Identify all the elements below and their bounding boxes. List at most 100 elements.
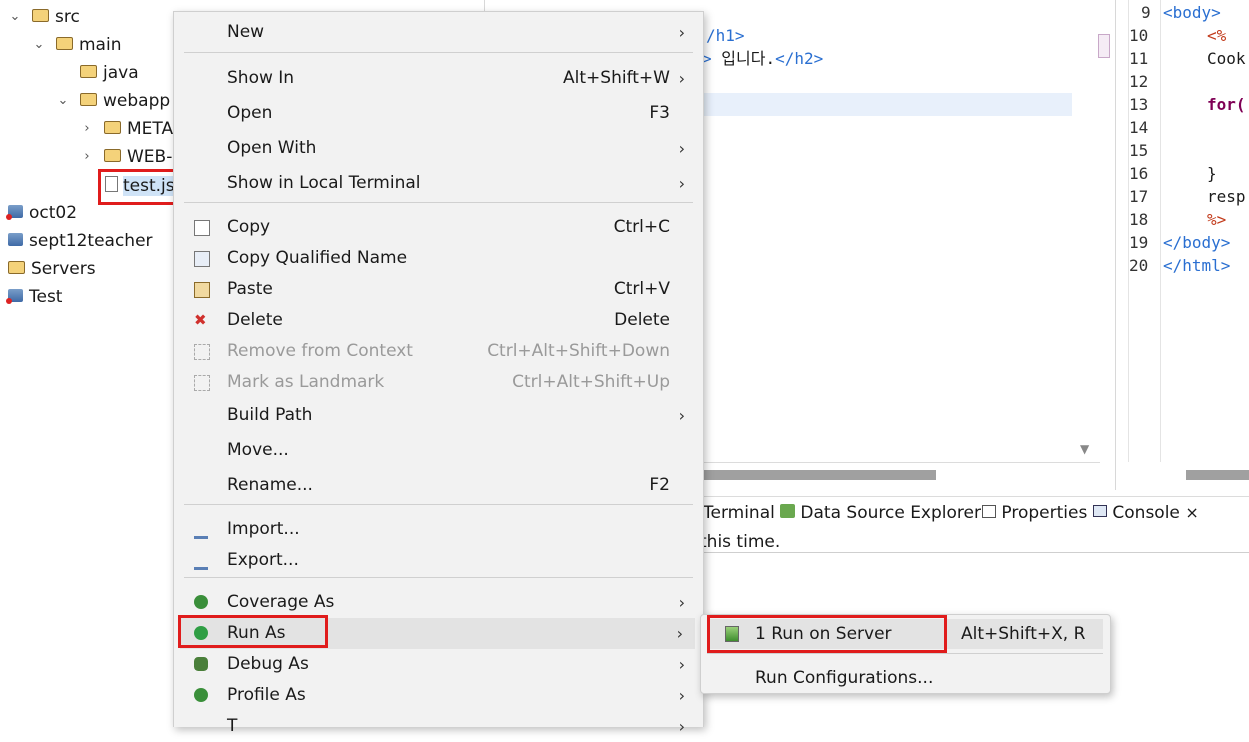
menu-item-import[interactable]: Import... bbox=[174, 514, 703, 545]
chevron-right-icon: › bbox=[678, 686, 685, 705]
line-number: 11 bbox=[1129, 49, 1149, 68]
menu-item-shortcut: Ctrl+Alt+Shift+Down bbox=[487, 341, 670, 361]
folder-icon bbox=[104, 148, 121, 162]
line-number: 20 bbox=[1129, 256, 1149, 275]
properties-icon bbox=[982, 504, 996, 518]
chevron-right-icon: › bbox=[678, 655, 685, 674]
menu-item-open-with[interactable]: Open With › bbox=[174, 133, 703, 164]
code-line: /h1> bbox=[706, 26, 745, 45]
tree-item-test[interactable]: Test bbox=[6, 284, 62, 310]
menu-item-paste[interactable]: Paste Ctrl+V bbox=[174, 274, 703, 305]
line-number: 15 bbox=[1129, 141, 1149, 160]
code-line: for( bbox=[1207, 95, 1246, 114]
folder-icon bbox=[80, 64, 97, 78]
run-configurations-item[interactable]: Run Configurations... bbox=[755, 665, 933, 691]
editor-divider bbox=[1115, 0, 1116, 490]
menu-item-label: Show In bbox=[227, 68, 295, 88]
tree-item-test-js[interactable]: test.js bbox=[98, 169, 182, 205]
menu-item-show-in-local-terminal[interactable]: Show in Local Terminal › bbox=[174, 168, 703, 199]
run-on-server-shortcut: Alt+Shift+X, R bbox=[961, 624, 1086, 644]
chevron-right-icon[interactable]: › bbox=[80, 144, 94, 170]
run-on-server-item[interactable]: 1 Run on Server bbox=[755, 621, 892, 647]
debug-icon bbox=[194, 657, 208, 671]
code-line: resp bbox=[1207, 187, 1246, 206]
tab-data-source-explorer[interactable]: Data Source Explorer bbox=[780, 503, 981, 523]
menu-item-open[interactable]: Open F3 bbox=[174, 98, 703, 129]
line-number: 17 bbox=[1129, 187, 1149, 206]
chevron-down-icon[interactable]: ⌄ bbox=[56, 88, 70, 114]
menu-item-shortcut: Ctrl+C bbox=[613, 217, 670, 237]
project-error-icon bbox=[6, 288, 23, 304]
close-icon[interactable]: × bbox=[1185, 503, 1198, 522]
line-number: 16 bbox=[1129, 164, 1149, 183]
menu-item-debug-as[interactable]: Debug As › bbox=[174, 649, 703, 680]
scroll-down-arrow-icon[interactable]: ▼ bbox=[1080, 442, 1089, 456]
code-line: </html> bbox=[1163, 256, 1231, 275]
tab-properties[interactable]: Properties bbox=[982, 503, 1087, 523]
menu-separator bbox=[184, 504, 693, 505]
folder-icon bbox=[80, 92, 97, 106]
project-icon bbox=[8, 232, 23, 246]
menu-item-show-in[interactable]: Show In Alt+Shift+W › bbox=[174, 63, 703, 94]
tree-item-java[interactable]: java bbox=[80, 60, 139, 86]
tree-item-web-inf[interactable]: › WEB-I bbox=[80, 144, 177, 170]
chevron-right-icon: › bbox=[678, 139, 685, 158]
menu-item-label: Copy bbox=[227, 217, 271, 237]
menu-item-build-path[interactable]: Build Path › bbox=[174, 400, 703, 431]
code-line: <% bbox=[1207, 26, 1227, 45]
remove-context-icon bbox=[194, 344, 210, 360]
panel-top-border bbox=[700, 496, 1249, 497]
tab-terminal[interactable]: Terminal bbox=[703, 503, 775, 523]
menu-item-copy[interactable]: Copy Ctrl+C bbox=[174, 212, 703, 243]
menu-item-label: Build Path bbox=[227, 405, 313, 425]
chevron-down-icon[interactable]: ⌄ bbox=[32, 32, 46, 58]
menu-item-t[interactable]: T › bbox=[174, 711, 703, 742]
tree-item-oct02[interactable]: oct02 bbox=[6, 200, 77, 226]
menu-item-export[interactable]: Export... bbox=[174, 545, 703, 576]
menu-item-new[interactable]: New › bbox=[174, 17, 703, 48]
profile-icon bbox=[194, 688, 208, 702]
chevron-down-icon[interactable]: ⌄ bbox=[8, 4, 22, 30]
tree-item-src[interactable]: ⌄ src bbox=[8, 4, 80, 30]
tree-item-main[interactable]: ⌄ main bbox=[32, 32, 122, 58]
menu-item-move[interactable]: Move... bbox=[174, 435, 703, 466]
chevron-right-icon[interactable]: › bbox=[80, 116, 94, 142]
chevron-right-icon: › bbox=[678, 406, 685, 425]
code-line: </body> bbox=[1163, 233, 1231, 252]
chevron-right-icon: › bbox=[678, 174, 685, 193]
menu-separator bbox=[184, 577, 693, 578]
menu-item-shortcut: Delete bbox=[614, 310, 670, 330]
code-line: > 입니다.</h2> bbox=[702, 49, 824, 68]
menu-item-label: Open bbox=[227, 103, 273, 123]
file-icon bbox=[105, 176, 118, 192]
line-number: 13 bbox=[1129, 95, 1149, 114]
tree-item-servers[interactable]: Servers bbox=[8, 256, 96, 282]
tree-item-meta[interactable]: › META bbox=[80, 116, 173, 142]
menu-item-profile-as[interactable]: Profile As › bbox=[174, 680, 703, 711]
submenu-separator bbox=[707, 653, 1103, 654]
menu-item-copy-qualified-name[interactable]: Copy Qualified Name bbox=[174, 243, 703, 274]
menu-item-label: Move... bbox=[227, 440, 289, 460]
copy-icon bbox=[194, 220, 210, 236]
coverage-icon bbox=[194, 595, 208, 609]
menu-item-label: Debug As bbox=[227, 654, 309, 674]
tab-console[interactable]: Console × bbox=[1093, 503, 1199, 523]
folder-icon bbox=[56, 36, 73, 50]
tree-item-sept12teacher[interactable]: sept12teacher bbox=[8, 228, 153, 254]
chevron-right-icon: › bbox=[678, 69, 685, 88]
menu-item-rename[interactable]: Rename... F2 bbox=[174, 470, 703, 501]
chevron-right-icon: › bbox=[678, 593, 685, 612]
menu-item-label: Rename... bbox=[227, 475, 313, 495]
line-number: 10 bbox=[1129, 26, 1149, 45]
tree-item-webapp[interactable]: ⌄ webapp bbox=[56, 88, 171, 114]
horizontal-scrollbar-thumb[interactable] bbox=[700, 470, 936, 480]
menu-item-delete[interactable]: ✖ Delete Delete bbox=[174, 305, 703, 336]
export-icon bbox=[194, 553, 208, 570]
horizontal-scrollbar-thumb[interactable] bbox=[1186, 470, 1249, 480]
gutter-divider bbox=[1160, 0, 1161, 462]
menu-item-coverage-as[interactable]: Coverage As › bbox=[174, 587, 703, 618]
menu-item-shortcut: F2 bbox=[649, 475, 670, 495]
editor-bottom-border bbox=[700, 462, 1100, 463]
line-number: 14 bbox=[1129, 118, 1149, 137]
menu-item-label: Coverage As bbox=[227, 592, 335, 612]
